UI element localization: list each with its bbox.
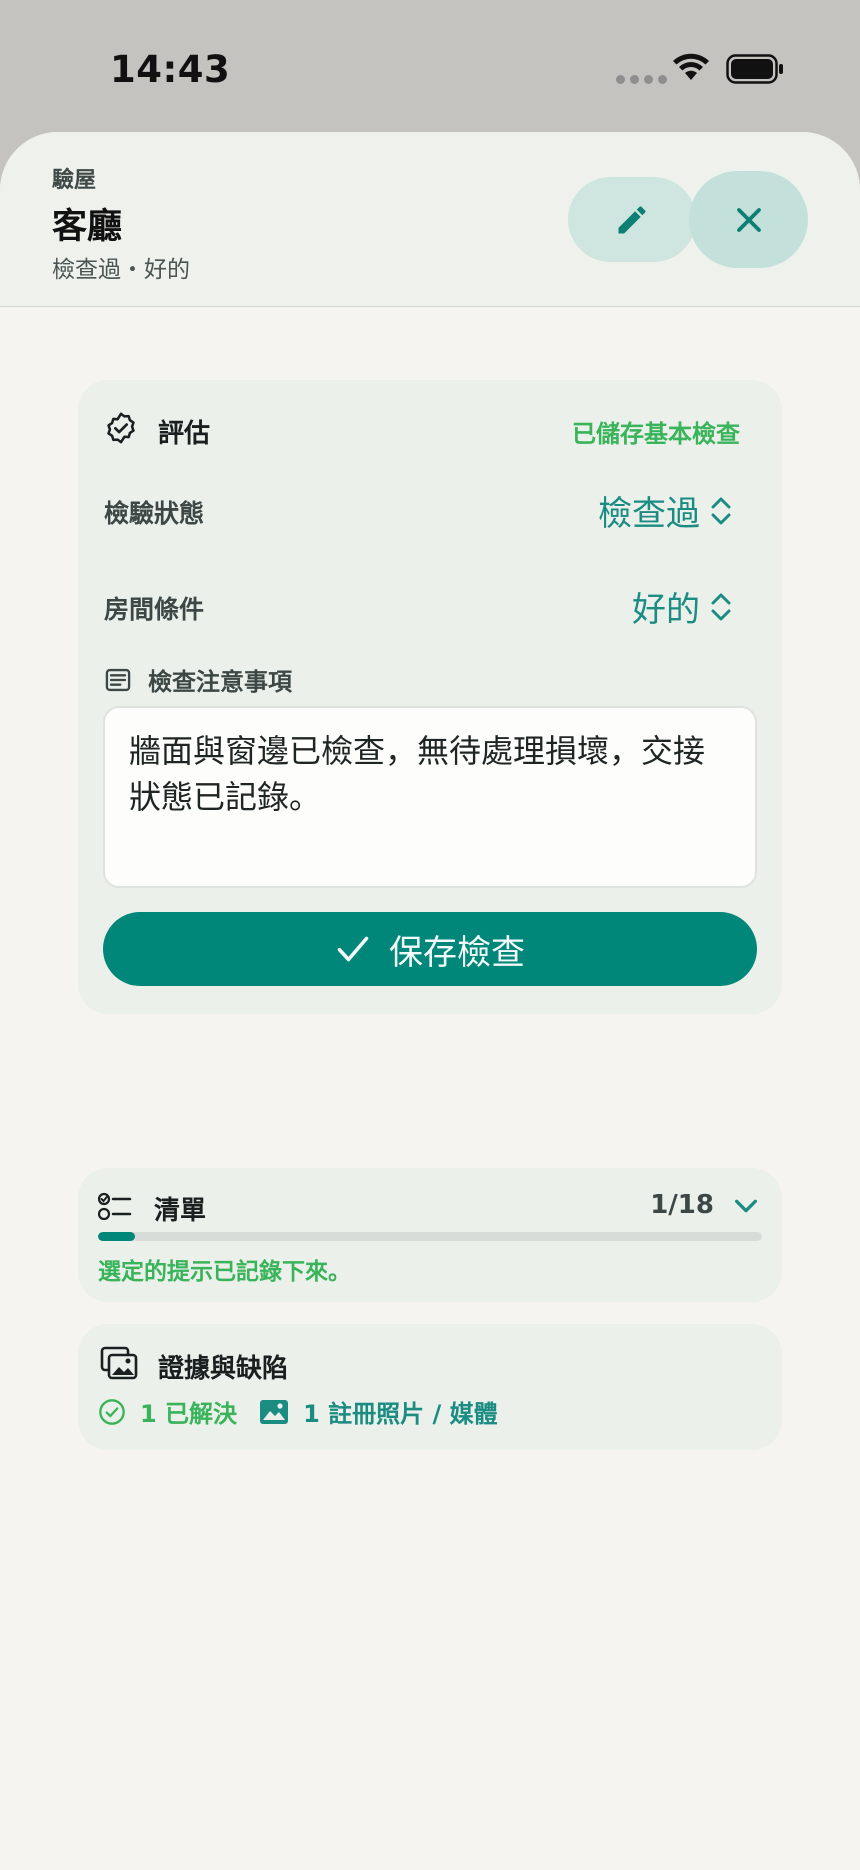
checklist-count: 1/18: [650, 1190, 714, 1220]
checklist-icon: [98, 1192, 132, 1221]
chevron-down-icon[interactable]: [732, 1192, 760, 1220]
evidence-card[interactable]: 證據與缺陷 1 已解決 1 註冊照片 / 媒體: [78, 1324, 782, 1450]
status-time: 14:43: [110, 48, 231, 91]
header-subtitle: 檢查過・好的: [52, 257, 190, 283]
close-button[interactable]: [689, 171, 808, 268]
sheet-header: 驗屋 客廳 檢查過・好的: [0, 132, 860, 307]
inspection-sheet: 驗屋 客廳 檢查過・好的 評估 已儲存基本檢查 檢驗狀態 檢查過 房間條件 好的…: [0, 132, 860, 1870]
notes-textarea[interactable]: 牆面與窗邊已檢查，無待處理損壞，交接狀態已記錄。: [103, 706, 757, 888]
check-circle-icon: [99, 1398, 125, 1425]
checklist-progress-fill: [98, 1232, 135, 1241]
cellular-signal-icon: [616, 75, 667, 84]
checklist-note: 選定的提示已記錄下來。: [98, 1259, 351, 1285]
notes-icon: [105, 668, 131, 691]
wifi-icon: [673, 53, 709, 80]
checklist-progress-bar: [98, 1232, 762, 1241]
save-inspection-button[interactable]: 保存檢查: [103, 912, 757, 986]
notes-label: 檢查注意事項: [148, 668, 292, 696]
edit-button[interactable]: [568, 177, 696, 262]
media-count: 1 註冊照片 / 媒體: [303, 1400, 498, 1428]
chevron-up-down-icon: [711, 497, 731, 524]
room-condition-value: 好的: [632, 590, 700, 630]
evidence-title: 證據與缺陷: [158, 1354, 289, 1384]
verified-badge-icon: [107, 412, 135, 444]
assessment-card: 評估 已儲存基本檢查 檢驗狀態 檢查過 房間條件 好的 檢查注意事項 牆面與窗邊…: [78, 380, 782, 1014]
inspection-status-value: 檢查過: [598, 494, 700, 534]
inspection-status-picker[interactable]: 檢查過: [598, 486, 734, 535]
header-overline: 驗屋: [52, 168, 97, 193]
chevron-up-down-icon: [711, 593, 731, 620]
checklist-card[interactable]: 清單 1/18 選定的提示已記錄下來。: [78, 1168, 782, 1302]
room-condition-picker[interactable]: 好的: [632, 582, 734, 631]
notes-heading: 檢查注意事項: [104, 662, 292, 697]
checkmark-icon: [337, 936, 369, 962]
resolved-count: 1 已解決: [140, 1400, 238, 1428]
close-icon: [736, 207, 761, 232]
save-inspection-label: 保存檢查: [389, 932, 525, 973]
photo-library-icon: [100, 1346, 138, 1380]
page-title: 客廳: [52, 207, 123, 247]
status-bar: 14:43: [0, 0, 860, 134]
battery-icon: [726, 54, 783, 84]
saved-status: 已儲存基本檢查: [572, 420, 740, 448]
room-condition-label: 房間條件: [104, 595, 205, 624]
checklist-title: 清單: [154, 1196, 207, 1226]
inspection-status-label: 檢驗狀態: [104, 499, 205, 528]
evidence-summary: 1 已解決 1 註冊照片 / 媒體: [98, 1394, 498, 1429]
image-icon: [260, 1399, 289, 1424]
assessment-title: 評估: [158, 419, 211, 449]
pencil-icon: [618, 205, 646, 233]
